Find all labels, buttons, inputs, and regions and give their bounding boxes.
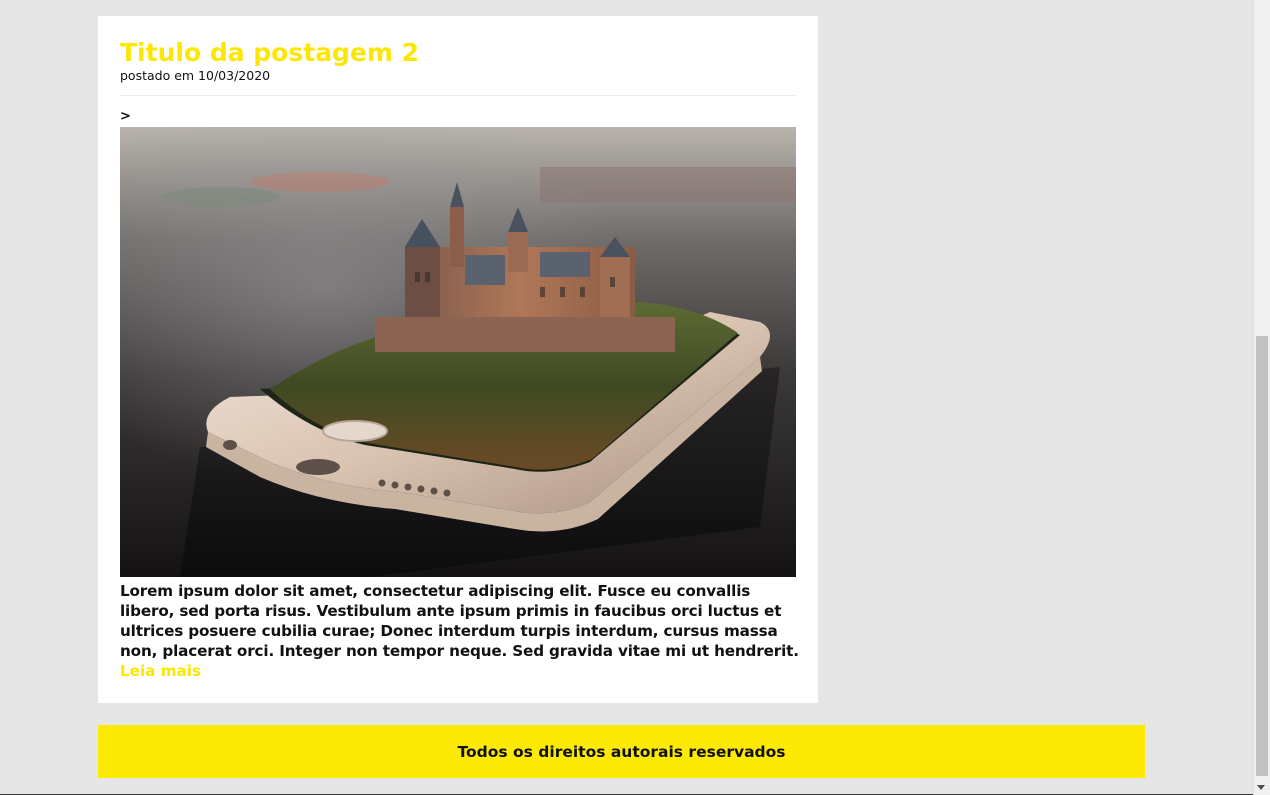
page-viewport: Titulo da postagem 2 postado em 10/03/20… <box>0 0 1270 795</box>
post-excerpt: Lorem ipsum dolor sit amet, consectetur … <box>120 582 799 660</box>
post-image <box>120 127 796 577</box>
footer-copyright-text: Todos os direitos autorais reservados <box>457 742 786 761</box>
post-card: Titulo da postagem 2 postado em 10/03/20… <box>98 16 818 703</box>
scroll-down-arrow-icon[interactable] <box>1257 785 1265 790</box>
site-footer: Todos os direitos autorais reservados <box>98 725 1145 778</box>
post-date: postado em 10/03/2020 <box>120 68 271 83</box>
read-more-link[interactable]: Leia mais <box>120 661 201 681</box>
scrollbar-thumb[interactable] <box>1256 336 1268 776</box>
post-title[interactable]: Titulo da postagem 2 <box>120 38 419 68</box>
post-divider <box>120 95 796 96</box>
stray-character: > <box>120 109 131 124</box>
vertical-scrollbar[interactable] <box>1253 0 1270 795</box>
